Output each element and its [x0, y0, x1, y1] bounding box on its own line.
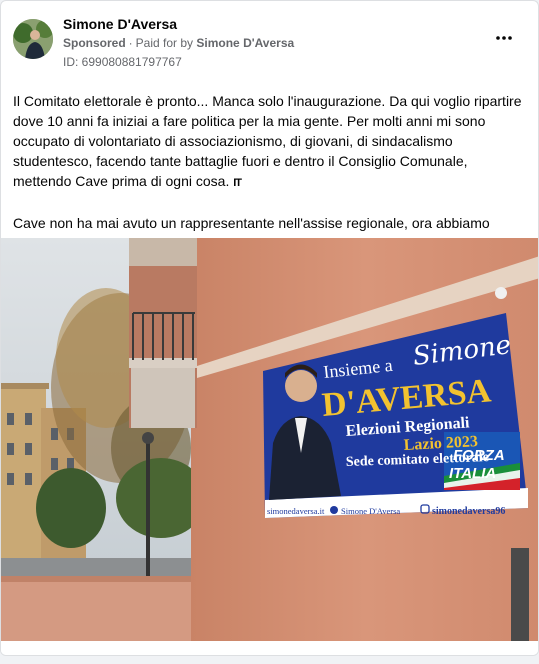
avatar[interactable] — [13, 19, 53, 59]
banner-party1: FORZA — [453, 447, 505, 464]
sponsored-label: Sponsored — [63, 36, 126, 50]
post-paragraph-1-text: Il Comitato elettorale è pronto... Manca… — [13, 93, 522, 189]
post-photo[interactable]: Insieme a Simone D'AVERSA Elezioni Regio… — [1, 238, 538, 641]
sponsored-line: Sponsored · Paid for by Simone D'Aversa — [63, 36, 294, 50]
separator-dot: · — [128, 36, 133, 50]
banner-facebook: Simone D'Aversa — [341, 506, 400, 516]
paid-by-name[interactable]: Simone D'Aversa — [196, 36, 294, 50]
ad-post-card: Simone D'Aversa Sponsored · Paid for by Si… — [0, 0, 539, 656]
post-footer — [1, 641, 538, 655]
italy-flag-icon: IT — [233, 177, 242, 189]
more-horizontal-icon[interactable] — [492, 29, 516, 47]
banner-site: simonedaversa.it — [267, 506, 325, 516]
post-header: Simone D'Aversa Sponsored · Paid for by Si… — [13, 13, 526, 73]
ad-id: ID: 699080881797767 — [63, 55, 182, 69]
post-paragraph-1: Il Comitato elettorale è pronto... Manca… — [13, 91, 528, 193]
paid-for-label: Paid for by — [135, 36, 194, 50]
post-text: Il Comitato elettorale è pronto... Manca… — [13, 91, 528, 253]
author-name[interactable]: Simone D'Aversa — [63, 16, 177, 32]
banner-instagram: simonedaversa96 — [432, 506, 505, 517]
banner-party2: ITALIA — [449, 465, 496, 482]
